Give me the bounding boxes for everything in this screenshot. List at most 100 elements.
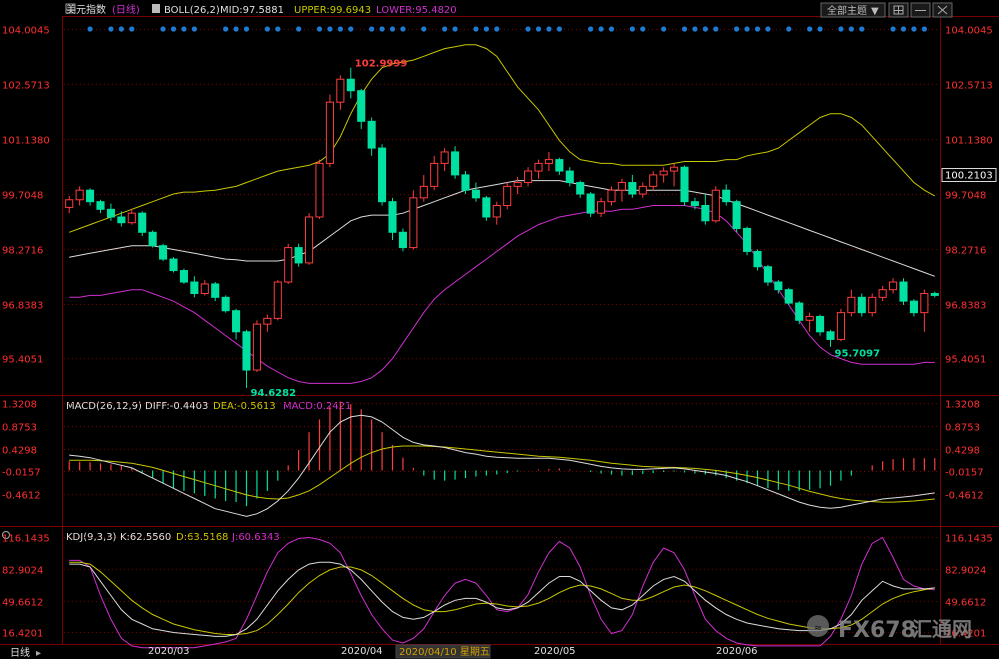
event-dot[interactable] [817,26,823,32]
candle[interactable] [482,195,491,221]
candle[interactable] [836,308,845,342]
candle[interactable] [263,314,272,332]
event-dot[interactable] [389,26,396,32]
event-dot[interactable] [483,26,489,32]
event-dot[interactable] [900,26,907,32]
event-dot[interactable] [243,26,250,32]
candle[interactable] [868,293,877,317]
candle[interactable] [524,167,533,187]
event-dot[interactable] [223,26,229,32]
candle[interactable] [534,159,543,179]
candle[interactable] [920,289,929,332]
event-dot[interactable] [108,26,114,32]
candle[interactable] [805,312,814,332]
candle[interactable] [774,280,783,294]
candle[interactable] [659,167,668,183]
candle[interactable] [252,320,261,372]
candle[interactable] [273,280,282,321]
candle[interactable] [419,174,428,202]
event-dot[interactable] [87,26,93,32]
candle[interactable] [555,157,564,175]
candle[interactable] [398,228,407,252]
event-dot[interactable] [191,26,197,32]
candle[interactable] [127,209,136,225]
event-dot[interactable] [452,26,458,32]
candle[interactable] [544,151,553,172]
candle[interactable] [513,176,522,195]
event-dot[interactable] [494,26,500,32]
candle[interactable] [565,167,574,187]
event-dot[interactable] [546,26,552,32]
candle[interactable] [847,289,856,317]
candle[interactable] [346,67,355,99]
candle[interactable] [96,199,105,214]
candle[interactable] [784,287,793,305]
event-dot[interactable] [838,26,844,32]
expand-icon[interactable]: ▸ [36,648,41,659]
candle[interactable] [367,117,376,156]
event-dot[interactable] [118,26,124,32]
candle[interactable] [638,182,647,198]
candle[interactable] [930,291,939,298]
candle[interactable] [440,148,449,172]
candle[interactable] [617,178,626,202]
candle[interactable] [232,308,241,340]
candle[interactable] [649,171,658,191]
candle[interactable] [503,182,512,210]
event-dot[interactable] [848,26,854,32]
event-dot[interactable] [598,26,604,32]
event-dot[interactable] [734,26,740,32]
candle[interactable] [211,282,220,302]
candle[interactable] [701,194,710,225]
event-dot[interactable] [911,26,917,32]
event-dot[interactable] [442,26,448,32]
period-label[interactable]: (日线) [112,3,140,16]
event-dot[interactable] [744,26,750,32]
event-dot[interactable] [608,26,615,32]
event-dot[interactable] [233,26,239,32]
candle[interactable] [826,329,835,347]
candle[interactable] [325,94,334,168]
candle[interactable] [586,192,595,217]
event-dot[interactable] [535,26,542,32]
event-dot[interactable] [327,26,333,32]
event-dot[interactable] [170,26,177,32]
candle[interactable] [899,278,908,305]
candle[interactable] [388,197,397,240]
candle[interactable] [148,230,157,248]
candle[interactable] [378,144,387,206]
event-dot[interactable] [859,26,865,32]
event-dot[interactable] [786,26,792,32]
event-dot[interactable] [379,26,385,32]
candle[interactable] [294,243,303,267]
candle[interactable] [628,174,637,198]
candle[interactable] [169,257,178,273]
candle[interactable] [816,314,825,336]
candle[interactable] [732,199,741,233]
candle[interactable] [909,299,918,317]
candle[interactable] [607,186,616,206]
event-dot[interactable] [421,26,427,32]
event-dot[interactable] [275,26,281,32]
event-dot[interactable] [629,26,635,32]
event-dot[interactable] [129,26,135,32]
candle[interactable] [576,180,585,198]
event-dot[interactable] [160,26,166,32]
event-dot[interactable] [661,26,667,32]
period-switch[interactable]: 日线 [10,646,30,659]
candle[interactable] [857,293,866,317]
event-dot[interactable] [921,26,927,32]
event-dot[interactable] [369,26,375,32]
event-dot[interactable] [181,26,187,32]
event-dot[interactable] [264,26,270,32]
event-dot[interactable] [348,26,354,32]
event-dot[interactable] [702,26,708,32]
candle[interactable] [242,329,251,389]
candle[interactable] [86,188,95,206]
candle[interactable] [305,213,314,265]
candle[interactable] [743,226,752,256]
candle[interactable] [357,88,366,129]
event-dot[interactable] [807,26,813,32]
candle[interactable] [221,295,230,313]
event-dot[interactable] [640,26,646,32]
